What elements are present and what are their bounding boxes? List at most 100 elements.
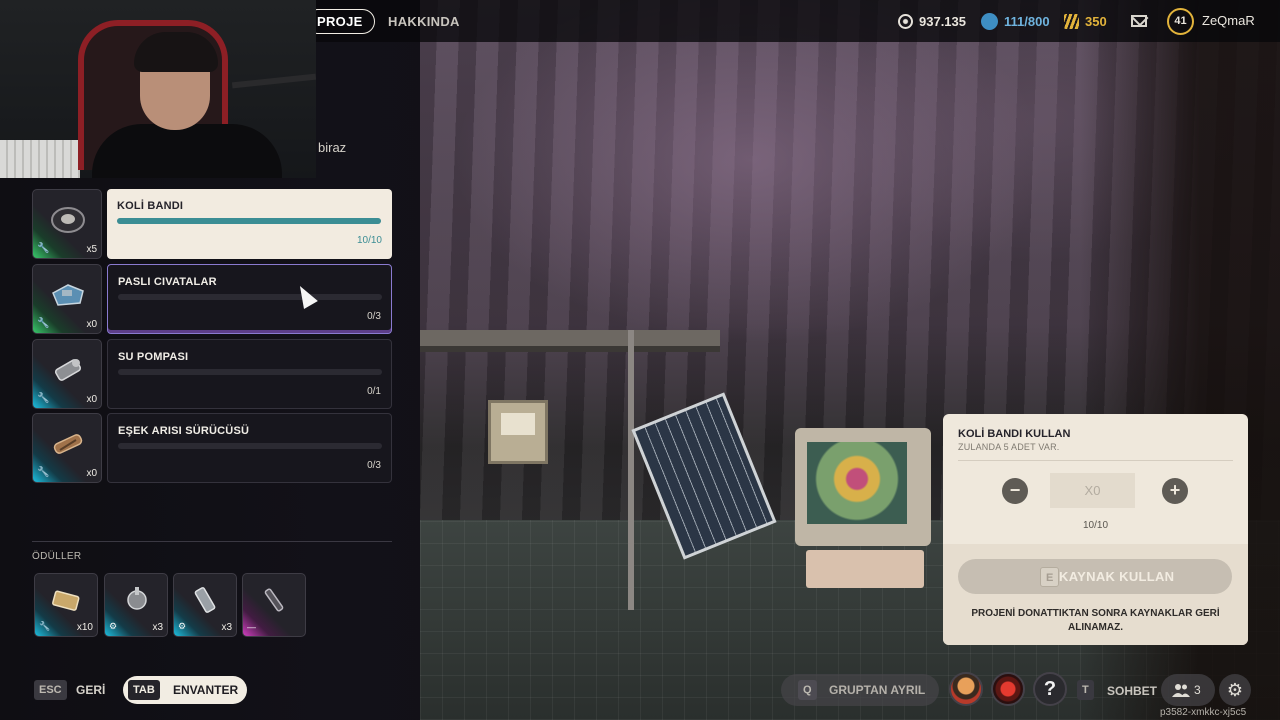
scene-radio: [806, 550, 924, 588]
gold-value: 350: [1085, 13, 1107, 29]
gold-icon: [1064, 13, 1079, 29]
wrench-icon: 🔧: [37, 318, 50, 329]
player-level-badge[interactable]: 41: [1167, 8, 1194, 35]
project-item-row[interactable]: 🔧 x0 PASLI CIVATALAR 0/3: [32, 264, 392, 334]
inventory-label: ENVANTER: [173, 683, 239, 697]
group-count: 3: [1194, 683, 1201, 697]
project-item-row[interactable]: 🔧 x0 EŞEK ARISI SÜRÜCÜSÜ 0/3: [32, 413, 392, 483]
seasonal-currency: 111/800: [981, 12, 1050, 30]
reward-slot[interactable]: —: [242, 573, 306, 637]
reward-qty: x3: [221, 622, 232, 633]
motor-icon: [127, 587, 147, 610]
reward-slot[interactable]: ⚙ x3: [173, 573, 237, 637]
wrench-icon: 🔧: [37, 393, 50, 404]
item-card[interactable]: EŞEK ARISI SÜRÜCÜSÜ 0/3: [107, 413, 392, 483]
item-owned-count: x0: [86, 394, 97, 405]
battery-icon: [194, 587, 216, 613]
coins-value: 937.135: [919, 13, 966, 29]
webcam-streamer-hair: [134, 32, 218, 72]
item-owned-count: x0: [86, 468, 97, 479]
dialog-footer: E KAYNAK KULLAN PROJENİ DONATTIKTAN SONR…: [943, 544, 1248, 645]
rusty-bolts-icon: [52, 284, 84, 306]
tab-about[interactable]: HAKKINDA: [376, 9, 472, 34]
item-name: KOLİ BANDI: [117, 200, 184, 212]
unknown-member-icon[interactable]: ?: [1033, 672, 1067, 706]
party-member-avatar[interactable]: [949, 672, 983, 706]
item-card[interactable]: PASLI CIVATALAR 0/3: [107, 264, 392, 334]
leave-group-label: GRUPTAN AYRIL: [829, 683, 926, 697]
webcam-overlay: [0, 0, 316, 178]
item-name: PASLI CIVATALAR: [118, 276, 217, 288]
item-owned-count: x0: [86, 319, 97, 330]
gear-icon: ⚙: [109, 621, 118, 631]
increase-quantity-button[interactable]: +: [1162, 478, 1188, 504]
t-keycap: T: [1077, 680, 1094, 700]
item-progress-bar: [117, 218, 381, 224]
item-progress-bar: [118, 369, 382, 375]
reward-slot[interactable]: ⚙ x3: [104, 573, 168, 637]
item-slot[interactable]: 🔧 x0: [32, 264, 102, 334]
settings-gear-icon[interactable]: ⚙: [1219, 674, 1251, 706]
description-text: biraz: [318, 140, 347, 155]
project-item-row[interactable]: 🔧 x5 KOLİ BANDI 10/10: [32, 189, 392, 259]
reward-slot[interactable]: 🔧 x10: [34, 573, 98, 637]
use-resource-dialog: KOLİ BANDI KULLAN ZULANDA 5 ADET VAR. − …: [943, 414, 1248, 645]
decrease-quantity-button[interactable]: −: [1002, 478, 1028, 504]
quantity-input[interactable]: X0: [1050, 473, 1135, 508]
item-slot[interactable]: 🔧 x0: [32, 339, 102, 409]
item-progress-text: 0/3: [367, 311, 381, 322]
dialog-progress-count: 10/10: [1082, 520, 1109, 531]
item-progress-fill: [117, 218, 381, 224]
gear-icon: ⚙: [178, 621, 187, 631]
item-card[interactable]: KOLİ BANDI 10/10: [107, 189, 392, 259]
item-progress-text: 10/10: [356, 235, 382, 246]
item-card[interactable]: SU POMPASI 0/1: [107, 339, 392, 409]
wrench-icon: 🔧: [37, 467, 50, 478]
scene-voltmeter: [488, 400, 548, 464]
use-resource-button[interactable]: E KAYNAK KULLAN: [958, 559, 1232, 594]
seasonal-token-icon: [981, 12, 998, 30]
scene-crt-monitor: [795, 428, 931, 546]
tab-keycap: TAB: [128, 680, 160, 700]
item-slot[interactable]: 🔧 x5: [32, 189, 102, 259]
mail-icon[interactable]: [1131, 15, 1147, 27]
webcam-streamer-body: [92, 124, 282, 178]
scene-weather-station-pole: [628, 330, 634, 610]
item-name: SU POMPASI: [118, 351, 189, 363]
chat-label: SOHBET: [1107, 684, 1158, 698]
party-member-avatar[interactable]: [991, 672, 1025, 706]
leave-group-button[interactable]: Q GRUPTAN AYRIL: [781, 674, 939, 706]
reward-qty: x10: [76, 622, 93, 633]
item-name: EŞEK ARISI SÜRÜCÜSÜ: [118, 425, 250, 437]
tape-roll-icon: [51, 207, 85, 233]
item-progress-text: 0/3: [367, 460, 381, 471]
scene-shelf: [420, 330, 720, 346]
gold-balance: 350: [1064, 12, 1107, 30]
weapon-part-icon: [264, 588, 284, 612]
item-progress-bar: [118, 294, 382, 300]
wasp-driver-icon: [53, 434, 83, 454]
player-username[interactable]: ZeQmaR: [1202, 13, 1255, 28]
reward-qty: x3: [152, 622, 163, 633]
scene-weather-radar: [807, 442, 907, 524]
project-item-row[interactable]: 🔧 x0 SU POMPASI 0/1: [32, 339, 392, 409]
item-slot[interactable]: 🔧 x0: [32, 413, 102, 483]
rewards-divider: [32, 541, 392, 542]
inventory-button[interactable]: TAB ENVANTER: [123, 676, 247, 704]
dash-icon: —: [247, 622, 256, 632]
dialog-title: KOLİ BANDI KULLAN: [958, 428, 1071, 440]
seasonal-value: 111/800: [1004, 13, 1050, 29]
webcam-mic-arm: [231, 73, 316, 89]
group-members-button[interactable]: 3: [1161, 674, 1215, 706]
water-pump-icon: [54, 359, 82, 381]
dialog-divider: [958, 460, 1233, 461]
rewards-title: ÖDÜLLER: [32, 551, 82, 562]
esc-keycap: ESC: [34, 680, 67, 700]
wrench-icon: 🔧: [37, 243, 50, 254]
coins-balance: 937.135: [898, 12, 966, 30]
people-icon: [1172, 684, 1190, 697]
dialog-warning-note: PROJENİ DONATTIKTAN SONRA KAYNAKLAR GERİ…: [971, 608, 1220, 633]
webcam-radiator: [0, 140, 80, 178]
back-label: GERİ: [76, 683, 106, 697]
component-icon: [52, 590, 80, 611]
